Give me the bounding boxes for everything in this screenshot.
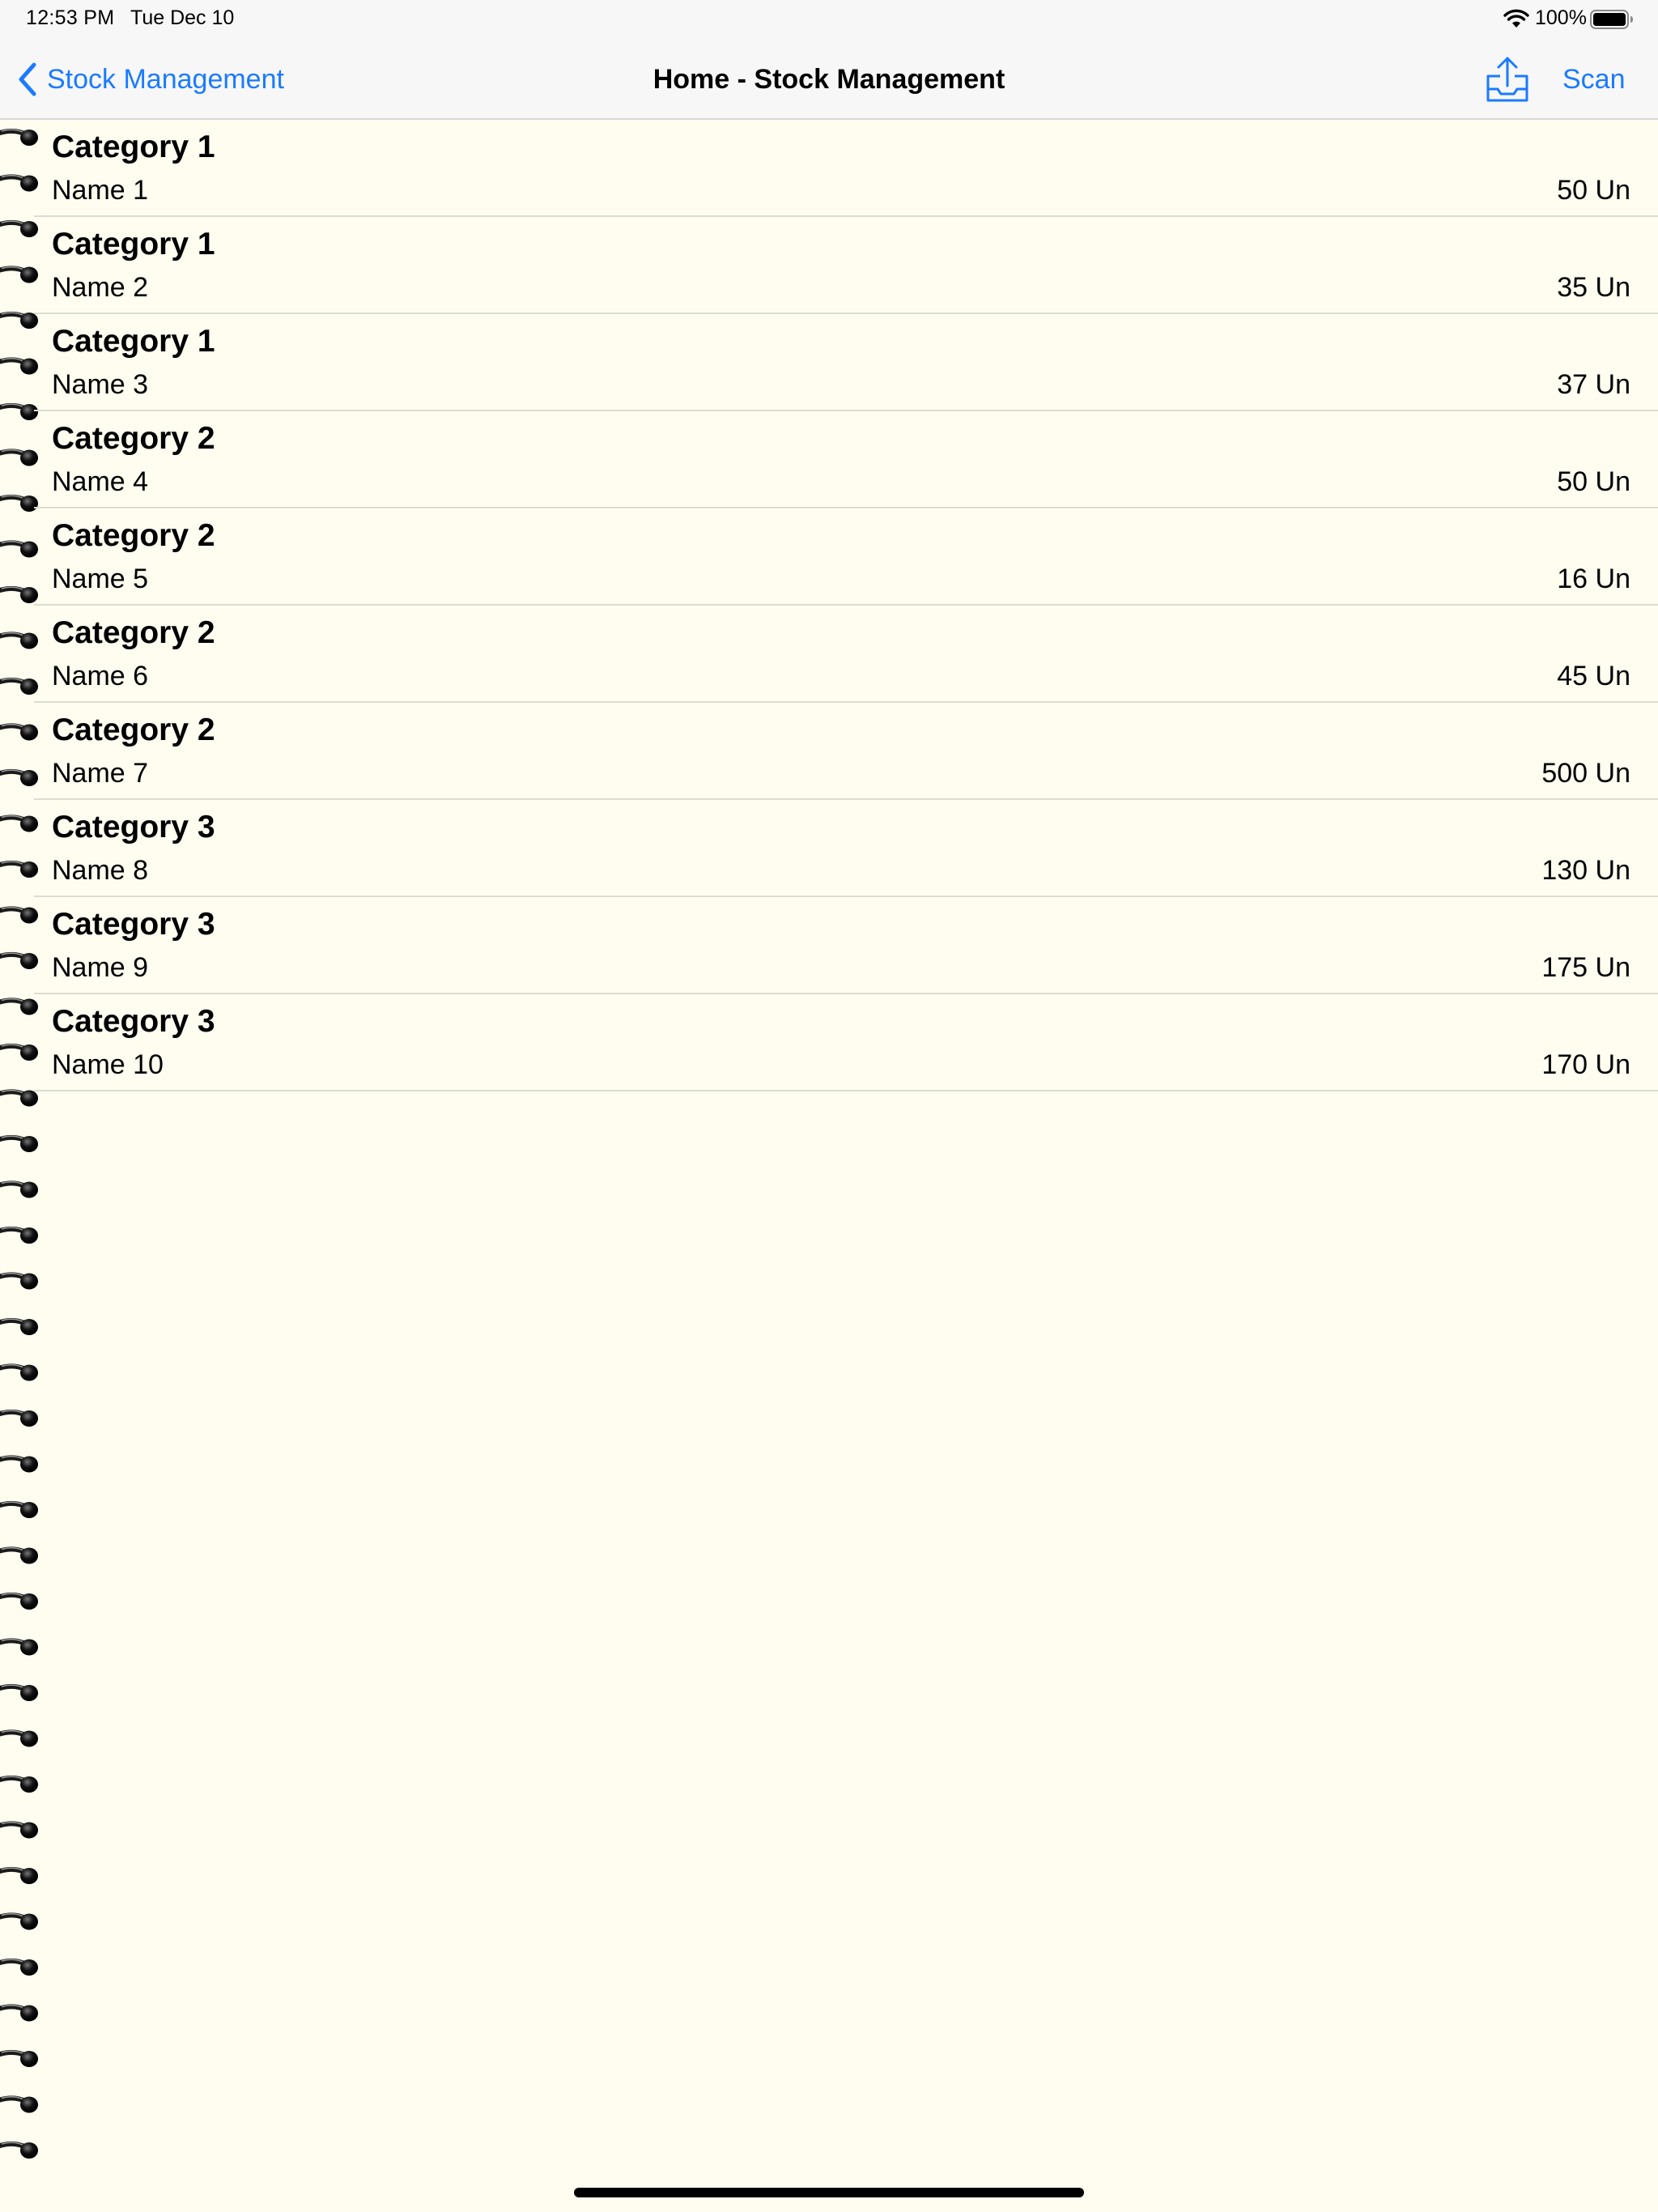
spiral-ring — [0, 998, 38, 1015]
home-indicator — [574, 2188, 1084, 2197]
spiral-ring — [0, 2004, 38, 2022]
item-category: Category 2 — [52, 713, 215, 747]
spiral-ring — [0, 951, 38, 969]
item-category: Category 1 — [52, 324, 215, 359]
share-icon[interactable] — [1485, 55, 1530, 104]
spiral-ring — [0, 1134, 38, 1152]
status-date: Tue Dec 10 — [130, 6, 235, 29]
item-quantity: 37 Un — [1557, 369, 1630, 400]
spiral-ring — [0, 1317, 38, 1335]
list-item[interactable]: Category 3 Name 8 130 Un — [34, 800, 1658, 897]
item-category: Category 3 — [52, 907, 215, 942]
spiral-ring — [0, 1638, 38, 1656]
item-quantity: 45 Un — [1557, 661, 1630, 691]
spiral-ring — [0, 540, 38, 558]
status-bar: 12:53 PM Tue Dec 10 100% — [0, 0, 1658, 39]
item-name: Name 4 — [52, 466, 149, 497]
spiral-ring — [0, 723, 38, 741]
item-name: Name 8 — [52, 855, 149, 886]
list-item[interactable]: Category 3 Name 9 175 Un — [34, 897, 1658, 994]
list-item[interactable]: Category 2 Name 6 45 Un — [34, 606, 1658, 703]
item-category: Category 2 — [52, 615, 215, 650]
battery-icon — [1590, 10, 1633, 29]
item-quantity: 170 Un — [1541, 1049, 1630, 1080]
spiral-ring — [0, 1866, 38, 1884]
item-category: Category 2 — [52, 518, 215, 553]
spiral-ring — [0, 860, 38, 878]
page-title: Home - Stock Management — [653, 64, 1005, 95]
item-name: Name 10 — [52, 1049, 164, 1080]
spiral-ring — [0, 815, 38, 832]
item-name: Name 5 — [52, 564, 149, 594]
stock-list: Category 1 Name 1 50 Un Category 1 Name 2 35 … — [34, 120, 1658, 1091]
spiral-ring — [0, 1500, 38, 1518]
list-item[interactable]: Category 3 Name 10 170 Un — [34, 994, 1658, 1091]
item-name: Name 3 — [52, 369, 149, 400]
spiral-ring — [0, 1729, 38, 1747]
spiral-ring — [0, 632, 38, 649]
spiral-ring — [0, 1089, 38, 1107]
item-quantity: 50 Un — [1557, 175, 1630, 206]
spiral-ring — [0, 1821, 38, 1839]
item-quantity: 50 Un — [1557, 466, 1630, 497]
item-name: Name 6 — [52, 661, 149, 691]
status-time: 12:53 PM — [26, 6, 115, 29]
item-category: Category 1 — [52, 227, 215, 262]
spiral-ring — [0, 1455, 38, 1473]
list-item[interactable]: Category 2 Name 5 16 Un — [34, 508, 1658, 606]
spiral-ring — [0, 1683, 38, 1701]
spiral-ring — [0, 1043, 38, 1061]
list-item[interactable]: Category 1 Name 1 50 Un — [34, 120, 1658, 217]
spiral-ring — [0, 449, 38, 466]
spiral-ring — [0, 1363, 38, 1381]
spiral-ring — [0, 906, 38, 924]
list-item[interactable]: Category 2 Name 4 50 Un — [34, 411, 1658, 508]
item-quantity: 175 Un — [1541, 952, 1630, 983]
spiral-ring — [0, 402, 38, 420]
spiral-ring — [0, 311, 38, 329]
spiral-ring — [0, 2141, 38, 2159]
spiral-ring — [0, 1180, 38, 1198]
spiral-ring — [0, 1272, 38, 1290]
spiral-ring — [0, 1592, 38, 1610]
spiral-ring — [0, 1546, 38, 1564]
item-name: Name 9 — [52, 952, 149, 983]
item-category: Category 3 — [52, 1004, 215, 1039]
spiral-ring — [0, 677, 38, 695]
item-quantity: 16 Un — [1557, 564, 1630, 594]
list-item[interactable]: Category 1 Name 3 37 Un — [34, 314, 1658, 411]
spiral-ring — [0, 1409, 38, 1427]
spiral-ring — [0, 585, 38, 603]
item-name: Name 2 — [52, 272, 149, 303]
item-category: Category 1 — [52, 130, 215, 164]
spiral-ring — [0, 1912, 38, 1930]
item-quantity: 35 Un — [1557, 272, 1630, 303]
spiral-ring — [0, 2095, 38, 2113]
list-item[interactable]: Category 2 Name 7 500 Un — [34, 703, 1658, 800]
item-name: Name 1 — [52, 175, 149, 206]
spiral-ring — [0, 266, 38, 283]
spiral-ring — [0, 768, 38, 786]
battery-percentage: 100% — [1535, 6, 1587, 29]
spiral-ring — [0, 1775, 38, 1793]
wifi-icon — [1503, 9, 1529, 28]
list-item[interactable]: Category 1 Name 2 35 Un — [34, 217, 1658, 314]
spiral-ring — [0, 494, 38, 512]
spiral-ring — [0, 2049, 38, 2067]
spiral-ring — [0, 357, 38, 375]
item-quantity: 500 Un — [1541, 758, 1630, 789]
item-quantity: 130 Un — [1541, 855, 1630, 886]
spiral-ring — [0, 1958, 38, 1976]
item-name: Name 7 — [52, 758, 149, 789]
spiral-ring — [0, 174, 38, 192]
item-category: Category 3 — [52, 810, 215, 844]
spiral-ring — [0, 1226, 38, 1244]
spiral-ring — [0, 128, 38, 146]
spiral-ring — [0, 219, 38, 237]
navigation-bar: Stock Management Home - Stock Management… — [0, 39, 1658, 120]
item-category: Category 2 — [52, 421, 215, 456]
scan-button[interactable]: Scan — [1562, 58, 1626, 100]
